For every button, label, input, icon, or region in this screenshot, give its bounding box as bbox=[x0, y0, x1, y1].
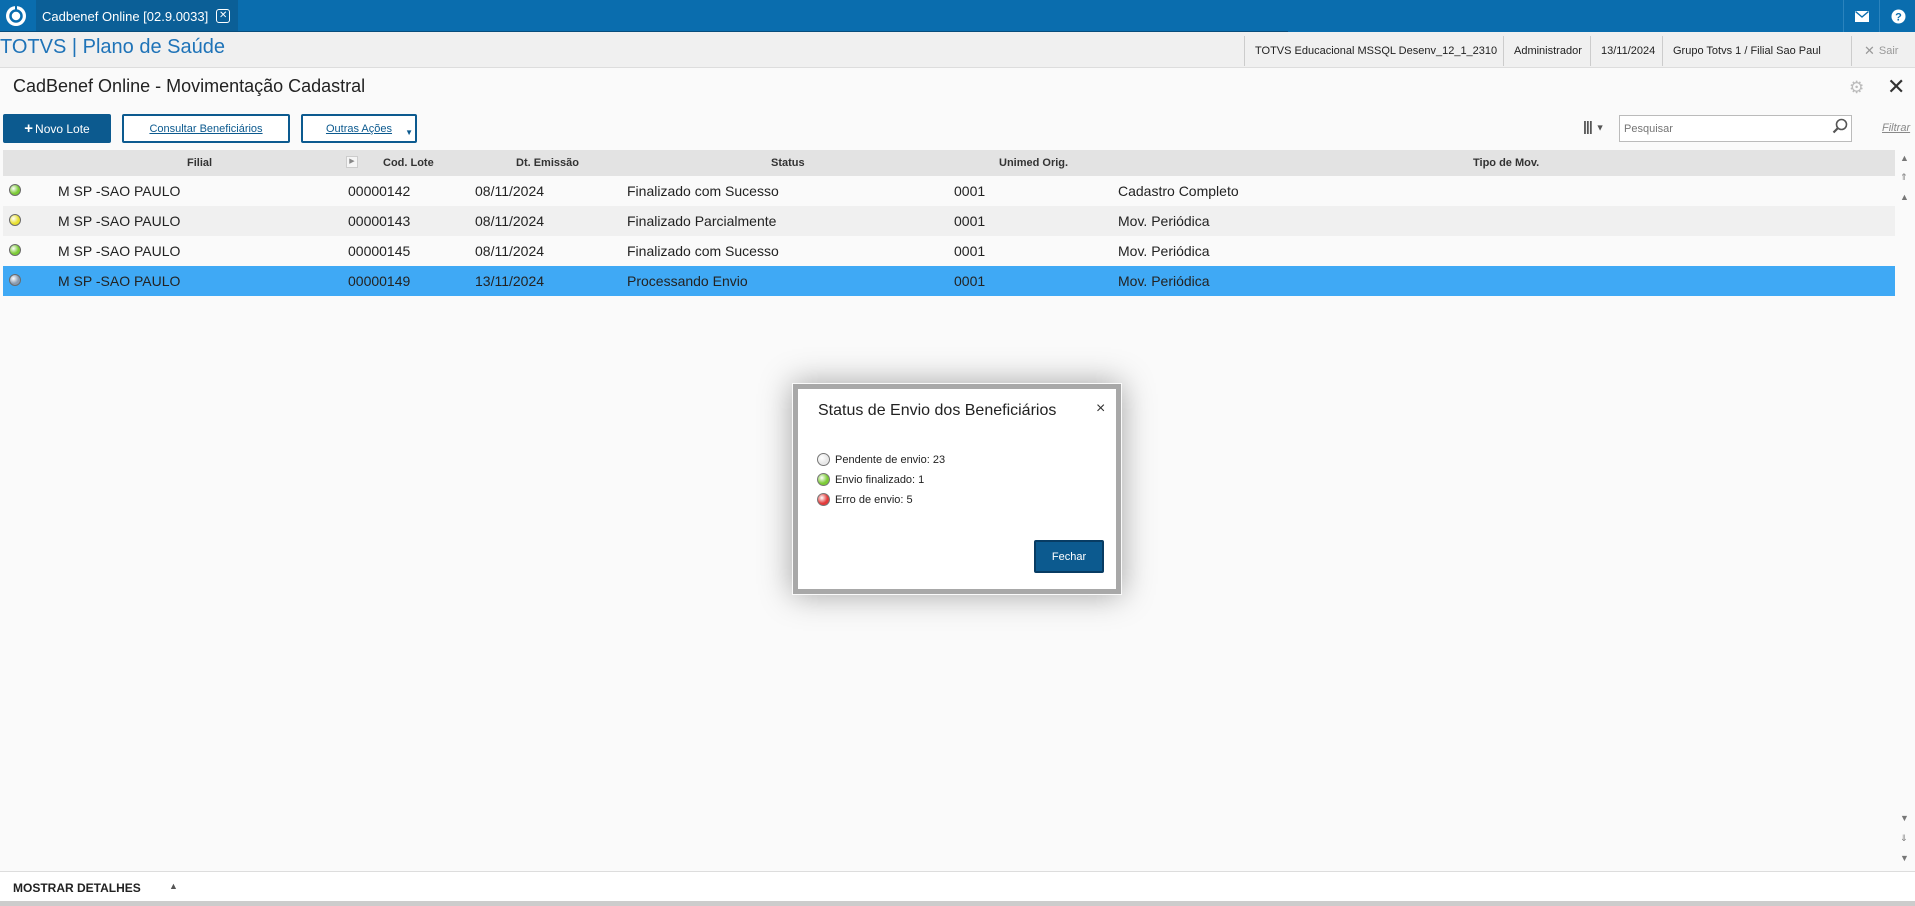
brand-title: TOTVS | Plano de Saúde bbox=[0, 36, 225, 58]
cell-cod-lote: 00000145 bbox=[348, 243, 411, 259]
table-scrollbar[interactable]: ▲ ⇑ ▲ ▼ ⇓ ▼ bbox=[1897, 150, 1913, 870]
other-actions-label: Outras Ações bbox=[325, 122, 393, 135]
environment-info: TOTVS Educacional MSSQL Desenv_12_1_2310 bbox=[1244, 36, 1507, 66]
finished-status-icon bbox=[817, 473, 830, 486]
new-batch-label: Novo Lote bbox=[35, 121, 90, 136]
cell-unimed-orig: 0001 bbox=[954, 183, 986, 199]
cell-status: Finalizado com Sucesso bbox=[627, 183, 779, 199]
column-header-filial[interactable]: Filial bbox=[187, 157, 212, 169]
cell-tipo-mov: Cadastro Completo bbox=[1118, 183, 1239, 199]
tab-cadbenef[interactable]: Cadbenef Online [02.9.0033] ✕ bbox=[36, 0, 239, 32]
user-info: Administrador bbox=[1503, 36, 1592, 66]
cell-filial: M SP -SAO PAULO bbox=[58, 273, 181, 289]
column-resize-handle-icon[interactable]: ▶ bbox=[346, 156, 358, 168]
modal-close-button[interactable]: × bbox=[1096, 400, 1105, 418]
table-row-selected[interactable]: M SP -SAO PAULO 00000149 13/11/2024 Proc… bbox=[3, 266, 1895, 296]
consult-beneficiaries-button[interactable]: Consultar Beneficiários bbox=[122, 114, 290, 143]
status-indicator-icon bbox=[9, 244, 21, 256]
cell-tipo-mov: Mov. Periódica bbox=[1118, 213, 1210, 229]
scroll-bottom-icon[interactable]: ▼ bbox=[1900, 853, 1909, 863]
page-close-button[interactable]: ✕ bbox=[1887, 76, 1905, 98]
scroll-up-icon[interactable]: ▲ bbox=[1900, 192, 1909, 202]
cell-cod-lote: 00000143 bbox=[348, 213, 411, 229]
date-info: 13/11/2024 bbox=[1590, 36, 1665, 66]
close-icon: ✕ bbox=[1864, 43, 1875, 58]
exit-button[interactable]: ✕ Sair bbox=[1851, 36, 1915, 66]
column-header-cod-lote[interactable]: Cod. Lote bbox=[383, 157, 434, 169]
exit-label: Sair bbox=[1878, 45, 1899, 57]
cell-dt-emissao: 08/11/2024 bbox=[475, 213, 545, 229]
cell-unimed-orig: 0001 bbox=[954, 243, 986, 259]
status-indicator-icon bbox=[9, 214, 21, 226]
page-title: CadBenef Online - Movimentação Cadastral bbox=[13, 76, 366, 96]
scroll-page-up-icon[interactable]: ⇑ bbox=[1900, 172, 1908, 183]
tab-label: Cadbenef Online [02.9.0033] bbox=[42, 8, 209, 24]
scroll-down-icon[interactable]: ▼ bbox=[1900, 813, 1909, 823]
error-status-label: Erro de envio: 5 bbox=[835, 493, 913, 506]
scroll-top-icon[interactable]: ▲ bbox=[1900, 153, 1909, 163]
column-header-status[interactable]: Status bbox=[771, 157, 805, 169]
search-icon[interactable] bbox=[1832, 118, 1848, 139]
cell-status: Finalizado Parcialmente bbox=[627, 213, 777, 229]
chevron-up-icon[interactable]: ▲ bbox=[169, 881, 178, 891]
cell-cod-lote: 00000142 bbox=[348, 183, 411, 199]
table-row[interactable]: M SP -SAO PAULO 00000142 08/11/2024 Fina… bbox=[3, 176, 1895, 206]
scroll-page-down-icon[interactable]: ⇓ bbox=[1900, 833, 1908, 844]
cell-tipo-mov: Mov. Periódica bbox=[1118, 273, 1210, 289]
cell-dt-emissao: 08/11/2024 bbox=[475, 183, 545, 199]
svg-text:?: ? bbox=[1895, 11, 1902, 23]
tab-close-icon[interactable]: ✕ bbox=[216, 9, 231, 23]
columns-icon: ||| bbox=[1583, 118, 1593, 134]
cell-dt-emissao: 08/11/2024 bbox=[475, 243, 545, 259]
column-header-dt-emissao[interactable]: Dt. Emissão bbox=[516, 157, 579, 169]
column-header-tipo-mov[interactable]: Tipo de Mov. bbox=[1473, 157, 1539, 169]
company-info: Grupo Totvs 1 / Filial Sao Paul bbox=[1662, 36, 1831, 66]
bottom-border bbox=[0, 901, 1915, 906]
show-details-label[interactable]: MOSTRAR DETALHES bbox=[13, 881, 141, 895]
header-bar: TOTVS | Plano de Saúde TOTVS Educacional… bbox=[0, 32, 1915, 68]
gear-icon[interactable]: ⚙ bbox=[1849, 78, 1864, 98]
cell-filial: M SP -SAO PAULO bbox=[58, 183, 181, 199]
pending-status-label: Pendente de envio: 23 bbox=[835, 453, 946, 466]
mail-icon[interactable] bbox=[1843, 0, 1880, 32]
status-indicator-icon bbox=[9, 274, 21, 286]
modal-status-finished: Envio finalizado: 1 bbox=[817, 473, 924, 486]
table-row[interactable]: M SP -SAO PAULO 00000145 08/11/2024 Fina… bbox=[3, 236, 1895, 266]
plus-icon: + bbox=[24, 120, 34, 137]
filter-link[interactable]: Filtrar bbox=[1882, 122, 1910, 134]
other-actions-button[interactable]: Outras Ações ▼ bbox=[301, 114, 417, 143]
top-bar: Cadbenef Online [02.9.0033] ✕ ? bbox=[0, 0, 1915, 32]
finished-status-label: Envio finalizado: 1 bbox=[835, 473, 925, 486]
error-status-icon bbox=[817, 493, 830, 506]
table-row[interactable]: M SP -SAO PAULO 00000143 08/11/2024 Fina… bbox=[3, 206, 1895, 236]
cell-unimed-orig: 0001 bbox=[954, 213, 986, 229]
cell-status: Processando Envio bbox=[627, 273, 748, 289]
cell-dt-emissao: 13/11/2024 bbox=[475, 273, 545, 289]
table-header: Filial ▶ Cod. Lote Dt. Emissão Status Un… bbox=[3, 150, 1895, 176]
search-input[interactable] bbox=[1619, 115, 1852, 142]
cell-status: Finalizado com Sucesso bbox=[627, 243, 779, 259]
help-icon[interactable]: ? bbox=[1879, 0, 1915, 32]
column-selector-button[interactable]: ||| ▼ bbox=[1583, 118, 1605, 134]
cell-cod-lote: 00000149 bbox=[348, 273, 411, 289]
chevron-down-icon: ▼ bbox=[405, 128, 413, 137]
modal-status-error: Erro de envio: 5 bbox=[817, 493, 913, 506]
cell-tipo-mov: Mov. Periódica bbox=[1118, 243, 1210, 259]
status-modal: Status de Envio dos Beneficiários × Pend… bbox=[793, 384, 1121, 594]
cell-filial: M SP -SAO PAULO bbox=[58, 243, 181, 259]
cell-unimed-orig: 0001 bbox=[954, 273, 986, 289]
status-indicator-icon bbox=[9, 184, 21, 196]
details-footer[interactable]: MOSTRAR DETALHES ▲ bbox=[0, 871, 1915, 902]
new-batch-button[interactable]: + Novo Lote bbox=[3, 114, 111, 143]
pending-status-icon bbox=[817, 453, 830, 466]
modal-status-pending: Pendente de envio: 23 bbox=[817, 453, 945, 466]
chevron-down-icon: ▼ bbox=[1595, 122, 1605, 133]
close-modal-button[interactable]: Fechar bbox=[1034, 540, 1104, 573]
column-header-unimed-orig[interactable]: Unimed Orig. bbox=[999, 157, 1068, 169]
cell-filial: M SP -SAO PAULO bbox=[58, 213, 181, 229]
modal-title: Status de Envio dos Beneficiários bbox=[818, 402, 1057, 419]
totvs-logo-icon[interactable] bbox=[0, 0, 32, 32]
